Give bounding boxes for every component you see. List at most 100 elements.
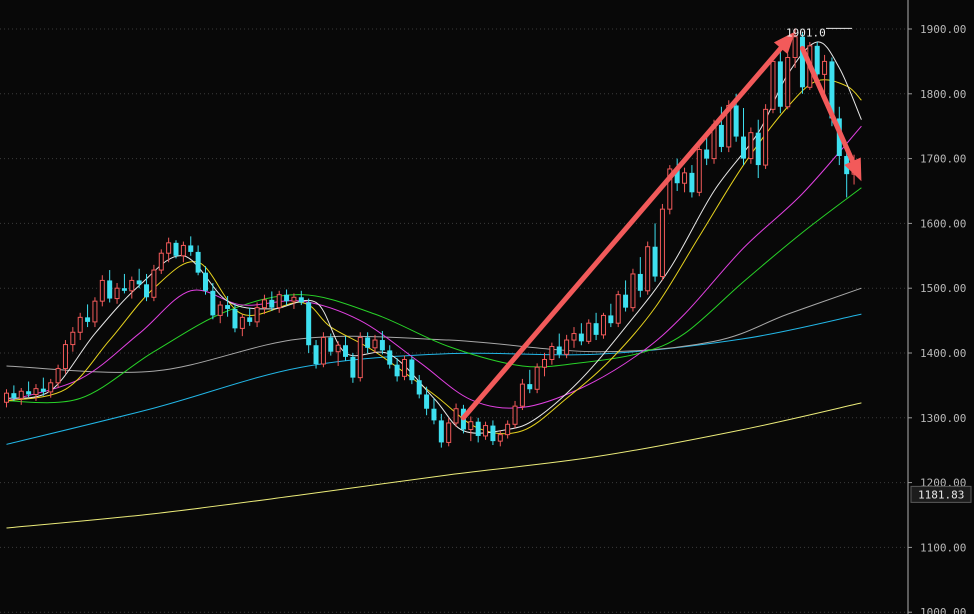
- candle-body: [792, 36, 798, 59]
- candle-body: [497, 434, 503, 442]
- y-tick-label: 1500.00: [920, 282, 966, 295]
- candle-body: [11, 393, 17, 399]
- y-tick-label: 1000.00: [920, 606, 966, 614]
- candle-body: [85, 317, 91, 322]
- y-tick-label: 1600.00: [920, 217, 966, 230]
- candle-up: [129, 276, 135, 299]
- candle-body: [232, 308, 238, 329]
- candle-up: [18, 387, 24, 405]
- trend-arrow-shaft: [460, 45, 784, 421]
- candle-down: [121, 273, 127, 294]
- candle-body: [55, 368, 61, 384]
- candle-body: [490, 425, 496, 442]
- candle-body: [335, 344, 341, 353]
- candle-body: [704, 149, 710, 159]
- y-tick-label: 1300.00: [920, 412, 966, 425]
- candle-up: [217, 301, 223, 324]
- candle-body: [645, 246, 651, 292]
- candle-down: [107, 270, 113, 303]
- candle-body: [505, 423, 511, 436]
- candle-body: [99, 279, 105, 302]
- candle-body: [180, 244, 186, 257]
- candle-down: [578, 323, 584, 346]
- candle-body: [799, 36, 805, 88]
- candle-up: [276, 290, 282, 313]
- candle-down: [409, 356, 415, 385]
- candle-body: [276, 294, 282, 309]
- candle-body: [350, 356, 356, 378]
- candle-body: [247, 317, 253, 322]
- ma-line-ma120: [6, 313, 862, 445]
- candle-up: [571, 327, 577, 348]
- candle-body: [564, 339, 570, 355]
- candle-body: [158, 252, 164, 271]
- candle-down: [394, 358, 400, 382]
- candle-down: [431, 398, 437, 425]
- candle-down: [416, 375, 422, 399]
- candle-body: [416, 380, 422, 395]
- y-tick-label: 1900.00: [920, 23, 966, 36]
- candle-body: [600, 314, 606, 336]
- candle-body: [593, 323, 599, 335]
- candle-down: [144, 273, 150, 302]
- ma-line-ma60: [6, 287, 862, 373]
- candles: [4, 28, 857, 448]
- candle-up: [600, 312, 606, 339]
- y-tick-label: 1100.00: [920, 541, 966, 554]
- candle-down: [741, 108, 746, 166]
- candle-down: [799, 32, 805, 94]
- candle-up: [512, 400, 518, 429]
- candle-down: [284, 289, 290, 306]
- candlestick-chart[interactable]: 1900.00 1800.00 1700.00 1600.00 1500.00 1400.…: [0, 0, 974, 614]
- candle-body: [741, 136, 746, 159]
- candle-body: [225, 305, 231, 309]
- candle-body: [328, 337, 334, 352]
- candle-body: [320, 336, 326, 365]
- candle-down: [475, 417, 481, 443]
- candle-down: [438, 413, 444, 448]
- peak-marker: 1901.0: [786, 26, 852, 39]
- candle-down: [343, 336, 349, 361]
- candle-up: [453, 403, 459, 427]
- candle-up: [468, 416, 474, 442]
- candle-body: [401, 358, 407, 377]
- candle-body: [409, 359, 415, 381]
- candle-down: [379, 330, 385, 355]
- candle-body: [70, 331, 76, 346]
- ma-line-ma20: [6, 125, 862, 409]
- candle-body: [763, 108, 769, 166]
- candle-up: [505, 420, 511, 439]
- candle-down: [188, 236, 194, 256]
- current-price-tag-value: 1181.83: [918, 488, 964, 501]
- candle-up: [99, 275, 105, 307]
- candle-down: [225, 295, 231, 317]
- candle-body: [659, 208, 665, 278]
- moving-average-lines: [6, 41, 862, 529]
- candle-down: [247, 307, 253, 326]
- candle-body: [48, 382, 54, 393]
- candle-up: [586, 319, 592, 344]
- candle-down: [136, 268, 142, 289]
- candle-up: [659, 203, 665, 281]
- candle-body: [814, 45, 820, 75]
- candle-up: [77, 312, 83, 341]
- candle-up: [696, 145, 702, 197]
- candle-body: [438, 420, 444, 443]
- candle-down: [40, 377, 46, 396]
- candle-body: [107, 280, 113, 299]
- candle-up: [682, 167, 688, 193]
- candle-body: [173, 242, 179, 256]
- candle-down: [623, 280, 629, 312]
- candle-body: [33, 388, 39, 395]
- candle-down: [608, 303, 614, 328]
- candle-body: [777, 61, 783, 107]
- candle-body: [365, 337, 371, 348]
- current-price-tag: 1181.83: [910, 485, 972, 503]
- candle-body: [608, 315, 614, 324]
- ma-line-ma10: [6, 79, 862, 435]
- trend-arrow: [460, 31, 796, 421]
- candle-body: [696, 149, 702, 193]
- y-tick-label: 1700.00: [920, 153, 966, 166]
- candle-up: [645, 241, 651, 295]
- candle-body: [195, 251, 201, 273]
